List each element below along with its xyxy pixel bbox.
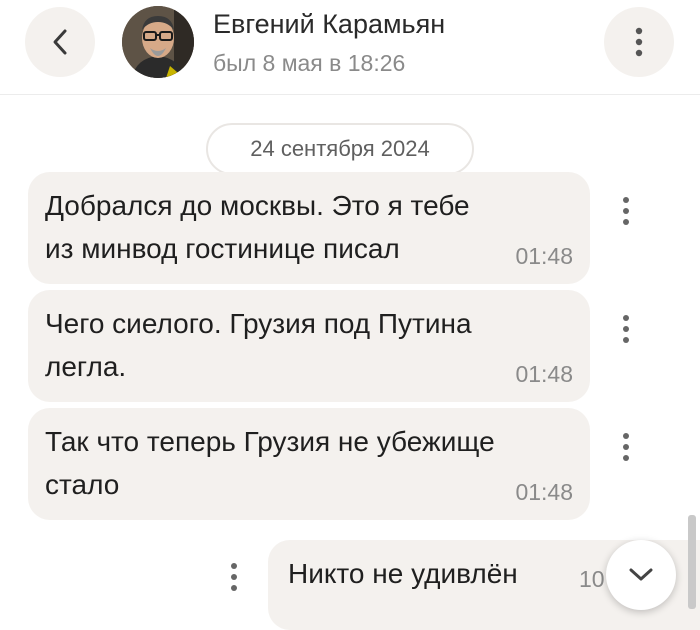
avatar[interactable] xyxy=(122,6,194,78)
message-menu-button[interactable] xyxy=(611,422,641,472)
back-button[interactable] xyxy=(25,7,95,77)
chat-header: Евгений Карамьян был 8 мая в 18:26 xyxy=(0,0,700,95)
more-vertical-icon xyxy=(623,197,629,225)
message-time: 01:48 xyxy=(515,243,573,269)
avatar-photo xyxy=(122,6,194,78)
message-bubble[interactable]: Добрался до москвы. Это я тебе из минвод… xyxy=(28,172,590,284)
message-menu-button[interactable] xyxy=(219,552,249,602)
more-vertical-icon xyxy=(623,433,629,461)
message-text: Никто не удивлён xyxy=(288,558,518,589)
date-separator: 24 сентября 2024 xyxy=(206,123,474,175)
message-menu-button[interactable] xyxy=(611,304,641,354)
more-vertical-icon xyxy=(231,563,237,591)
message-time: 01:48 xyxy=(515,479,573,505)
message-bubble[interactable]: Так что теперь Грузия не убежище стало 0… xyxy=(28,408,590,520)
scrollbar[interactable] xyxy=(688,515,696,609)
contact-name[interactable]: Евгений Карамьян xyxy=(213,9,445,40)
message-text: Так что теперь Грузия не убежище стало xyxy=(45,426,495,500)
message-time: 01:48 xyxy=(515,361,573,387)
more-vertical-icon xyxy=(623,315,629,343)
chevron-left-icon xyxy=(53,29,67,55)
more-vertical-icon xyxy=(635,27,643,57)
message-time: 10 xyxy=(579,566,605,592)
message-text: Чего сиелого. Грузия под Путина легла. xyxy=(45,308,472,382)
message-text: Добрался до москвы. Это я тебе из минвод… xyxy=(45,190,470,264)
chevron-down-icon xyxy=(629,568,653,581)
chat-menu-button[interactable] xyxy=(604,7,674,77)
scroll-to-bottom-button[interactable] xyxy=(606,540,676,610)
message-menu-button[interactable] xyxy=(611,186,641,236)
last-seen-status: был 8 мая в 18:26 xyxy=(213,50,406,76)
message-bubble[interactable]: Чего сиелого. Грузия под Путина легла. 0… xyxy=(28,290,590,402)
